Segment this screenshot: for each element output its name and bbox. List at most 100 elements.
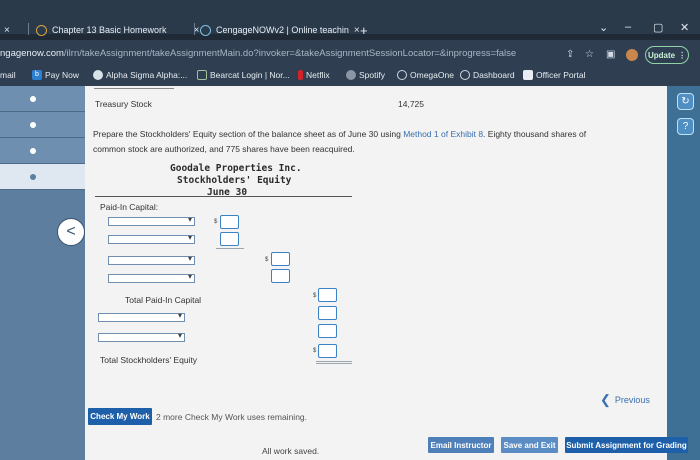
dollar-sign: $ [214, 219, 218, 225]
bookmark-label: Officer Portal [536, 70, 586, 80]
bookmark-netflix[interactable]: Netflix [298, 70, 330, 80]
save-and-exit-button[interactable]: Save and Exit [501, 437, 558, 453]
tab-divider [194, 23, 195, 35]
bookmark-label: mail [0, 70, 16, 80]
amount-input[interactable] [271, 252, 290, 266]
submit-assignment-button[interactable]: Submit Assignment for Grading [565, 437, 688, 453]
amount-input[interactable] [271, 269, 290, 283]
new-tab-button[interactable]: + [360, 20, 368, 40]
bookmark-pay-now[interactable]: b Pay Now [32, 70, 79, 80]
account-select[interactable] [108, 233, 195, 244]
netflix-icon [298, 70, 303, 80]
question-nav-rail [0, 86, 85, 460]
dollar-sign: $ [265, 257, 269, 263]
check-remaining-text: 2 more Check My Work uses remaining. [156, 412, 308, 422]
amount-input[interactable] [318, 288, 337, 302]
dollar-sign: $ [313, 348, 317, 354]
nav-dot-icon [30, 174, 36, 180]
previous-button[interactable]: ❮ Previous [600, 392, 650, 408]
row-divider [94, 88, 174, 89]
minimize-icon[interactable]: – [625, 21, 631, 33]
bookmark-label: Dashboard [473, 70, 515, 80]
treasury-stock-value: 14,725 [398, 99, 424, 109]
statement-title: Stockholders' Equity [177, 175, 292, 186]
save-status: All work saved. [262, 446, 320, 456]
update-label: Update [647, 50, 676, 60]
bookmark-label: OmegaOne [410, 70, 454, 80]
globe-icon [93, 70, 103, 80]
total-equity-label: Total Stockholders' Equity [100, 355, 198, 365]
bookmark-alpha-sigma[interactable]: Alpha Sigma Alpha:... [93, 70, 187, 80]
nav-dot-icon [30, 122, 36, 128]
double-underline [316, 361, 352, 362]
close-icon[interactable]: × [354, 25, 360, 36]
refresh-icon[interactable]: ↻ [677, 93, 694, 110]
spotify-icon [346, 70, 356, 80]
account-select[interactable] [108, 272, 195, 283]
url-domain: ngagenow.com [0, 48, 64, 59]
tab-cengagenow[interactable]: CengageNOWv2 | Online teachin × [200, 20, 360, 40]
account-select[interactable] [108, 215, 195, 226]
dashboard-icon [460, 70, 470, 80]
tab-prev-fragment[interactable]: × [4, 20, 10, 40]
question-nav-item-active[interactable] [0, 164, 85, 190]
treasury-stock-label: Treasury Stock [95, 99, 152, 109]
bookmark-omegaone[interactable]: OmegaOne [397, 70, 454, 80]
account-select[interactable] [98, 331, 185, 342]
bookmark-dashboard[interactable]: Dashboard [460, 70, 515, 80]
restore-icon[interactable]: ▢ [653, 21, 663, 34]
update-button[interactable]: Update ⋮ [645, 46, 689, 64]
portal-icon [523, 70, 533, 80]
amount-input[interactable] [220, 232, 239, 246]
profile-avatar[interactable] [626, 49, 638, 61]
url-path: /ilrn/takeAssignment/takeAssignmentMain.… [63, 48, 517, 59]
bookmark-officer-portal[interactable]: Officer Portal [523, 70, 585, 80]
check-my-work-button[interactable]: Check My Work [88, 408, 152, 425]
browser-tab-bar: × Chapter 13 Basic Homework × CengageNOW… [0, 0, 700, 38]
nav-dot-icon [30, 96, 36, 102]
account-select[interactable] [108, 254, 195, 265]
instructions-text: . Eighty thousand shares of [483, 129, 587, 139]
question-nav-item[interactable] [0, 138, 85, 164]
url-text[interactable]: ngagenow.com/ilrn/takeAssignment/takeAss… [0, 48, 516, 59]
collapse-nav-button[interactable]: < [57, 218, 85, 246]
share-icon[interactable]: ⇪ [566, 49, 574, 60]
header-rule [95, 196, 352, 197]
address-bar[interactable]: ngagenow.com/ilrn/takeAssignment/takeAss… [0, 40, 700, 68]
more-menu-icon: ⋮ [678, 50, 687, 60]
previous-label: Previous [614, 395, 650, 405]
extension-icon[interactable]: ▣ [606, 49, 615, 60]
dollar-sign: $ [313, 293, 317, 299]
cengage-favicon-icon [200, 24, 211, 36]
bookmark-label: Alpha Sigma Alpha:... [106, 70, 188, 80]
double-underline [316, 363, 352, 364]
bookmarks-bar: mail b Pay Now Alpha Sigma Alpha:... Bear… [0, 66, 700, 86]
account-select[interactable] [98, 311, 185, 322]
email-instructor-button[interactable]: Email Instructor [428, 437, 494, 453]
bookmark-spotify[interactable]: Spotify [346, 70, 385, 80]
close-icon[interactable]: × [4, 25, 10, 36]
instructions-text: Prepare the Stockholders' Equity section… [93, 129, 404, 139]
cengage-favicon-icon [36, 24, 47, 36]
question-nav-item[interactable] [0, 112, 85, 138]
question-nav-item[interactable] [0, 86, 85, 112]
subtotal-rule [216, 248, 244, 249]
amount-input[interactable] [220, 215, 239, 229]
bookmark-bearcat[interactable]: Bearcat Login | Nor... [197, 70, 290, 80]
document-icon [197, 70, 207, 80]
chevron-down-icon[interactable]: ⌄ [599, 21, 608, 34]
tab-chapter-13[interactable]: Chapter 13 Basic Homework × [36, 20, 199, 40]
star-icon[interactable]: ☆ [585, 49, 594, 60]
amount-input[interactable] [318, 306, 337, 320]
exhibit-link[interactable]: Method 1 of Exhibit 8 [403, 129, 483, 139]
assignment-content [85, 86, 667, 460]
amount-input[interactable] [318, 324, 337, 338]
help-icon[interactable]: ? [677, 118, 694, 135]
instructions-line-2: common stock are authorized, and 775 sha… [93, 144, 355, 154]
amount-input[interactable] [318, 344, 337, 358]
instructions-line-1: Prepare the Stockholders' Equity section… [93, 129, 586, 139]
bookmark-label: Spotify [359, 70, 385, 80]
bookmark-mail[interactable]: mail [0, 70, 16, 80]
window-close-icon[interactable]: ✕ [680, 21, 689, 34]
chevron-left-icon: ❮ [600, 392, 611, 407]
